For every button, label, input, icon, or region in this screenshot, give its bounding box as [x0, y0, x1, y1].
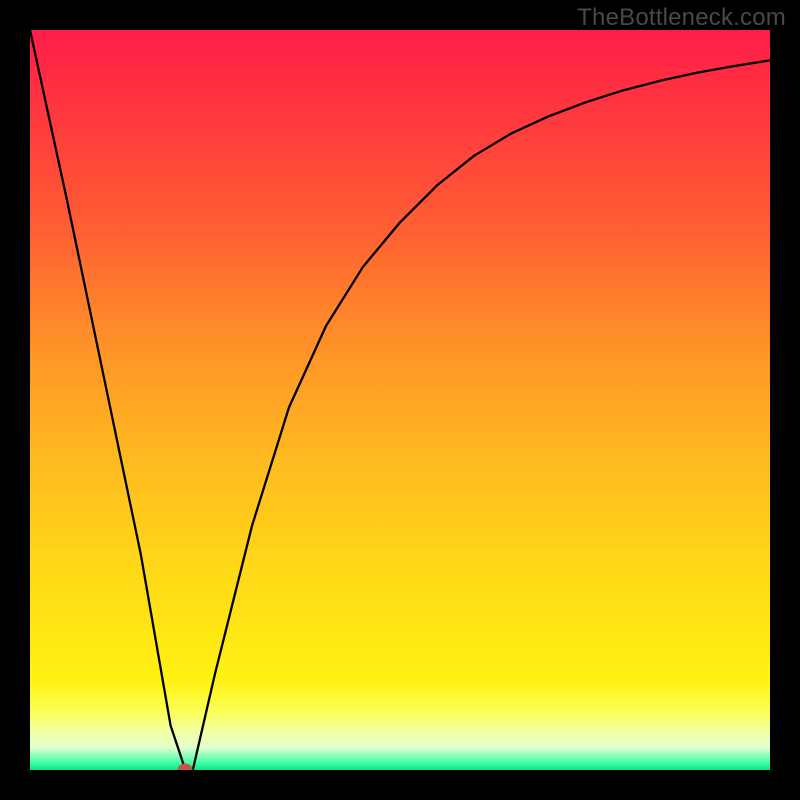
- optimal-point-marker: [178, 764, 193, 771]
- bottleneck-curve: [30, 30, 770, 770]
- watermark-text: TheBottleneck.com: [577, 4, 786, 32]
- chart-frame: TheBottleneck.com: [0, 0, 800, 800]
- plot-area: [30, 30, 770, 770]
- curve-svg: [30, 30, 770, 770]
